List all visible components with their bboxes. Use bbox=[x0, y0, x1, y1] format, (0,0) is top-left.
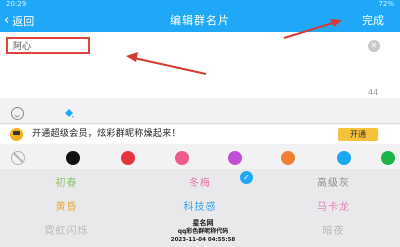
char-counter: 44 bbox=[368, 88, 379, 97]
status-time: 20:29 bbox=[6, 0, 27, 8]
swatch-green[interactable] bbox=[381, 151, 395, 165]
group-nickname-input[interactable] bbox=[6, 37, 90, 54]
battery-level: 72% bbox=[378, 0, 394, 8]
selected-check-icon: ✓ bbox=[240, 171, 253, 184]
swatch-orange[interactable] bbox=[281, 151, 295, 165]
status-bar: 20:29 72% bbox=[0, 0, 400, 9]
done-button[interactable]: 完成 bbox=[362, 9, 384, 32]
style-card-gaojihui[interactable]: 高级灰 bbox=[267, 172, 400, 196]
style-card-huanghun[interactable]: 黄昏 bbox=[0, 196, 133, 220]
vip-open-button[interactable]: 开通 bbox=[338, 128, 378, 141]
swatch-red[interactable] bbox=[121, 151, 135, 165]
swatch-blue[interactable] bbox=[337, 151, 351, 165]
swatch-none[interactable] bbox=[11, 151, 25, 165]
style-card-makalong[interactable]: 马卡龙 bbox=[267, 196, 400, 220]
style-card-chunchun[interactable]: 初春 bbox=[0, 172, 133, 196]
vip-crown-icon bbox=[10, 128, 23, 141]
watermark-site: 星名网 bbox=[192, 219, 214, 227]
vip-promo-bar: 开通超级会员，炫彩群昵称燥起来！ 开通 bbox=[0, 125, 400, 144]
watermark: 星名网 qq彩色群昵称代码 2023-11-04 04:55:58 bbox=[108, 219, 298, 247]
annotation-arrow-input bbox=[126, 52, 207, 75]
swatch-black[interactable] bbox=[66, 151, 80, 165]
watermark-subtitle: qq彩色群昵称代码 bbox=[177, 228, 229, 235]
color-swatch-row bbox=[0, 145, 400, 169]
clear-icon[interactable]: ✕ bbox=[368, 40, 380, 52]
swatch-pink[interactable] bbox=[175, 151, 189, 165]
watermark-timestamp: 2023-11-04 04:55:58 bbox=[170, 237, 236, 243]
vip-promo-text: 开通超级会员，炫彩群昵称燥起来！ bbox=[32, 129, 181, 139]
style-card-kejigan[interactable]: 科技感 bbox=[133, 196, 267, 220]
emoji-icon[interactable] bbox=[11, 107, 24, 120]
editor-toolbar bbox=[0, 104, 400, 124]
swatch-purple[interactable] bbox=[228, 151, 242, 165]
paint-bucket-icon[interactable] bbox=[63, 108, 75, 120]
annotation-arrow-done bbox=[283, 19, 342, 39]
